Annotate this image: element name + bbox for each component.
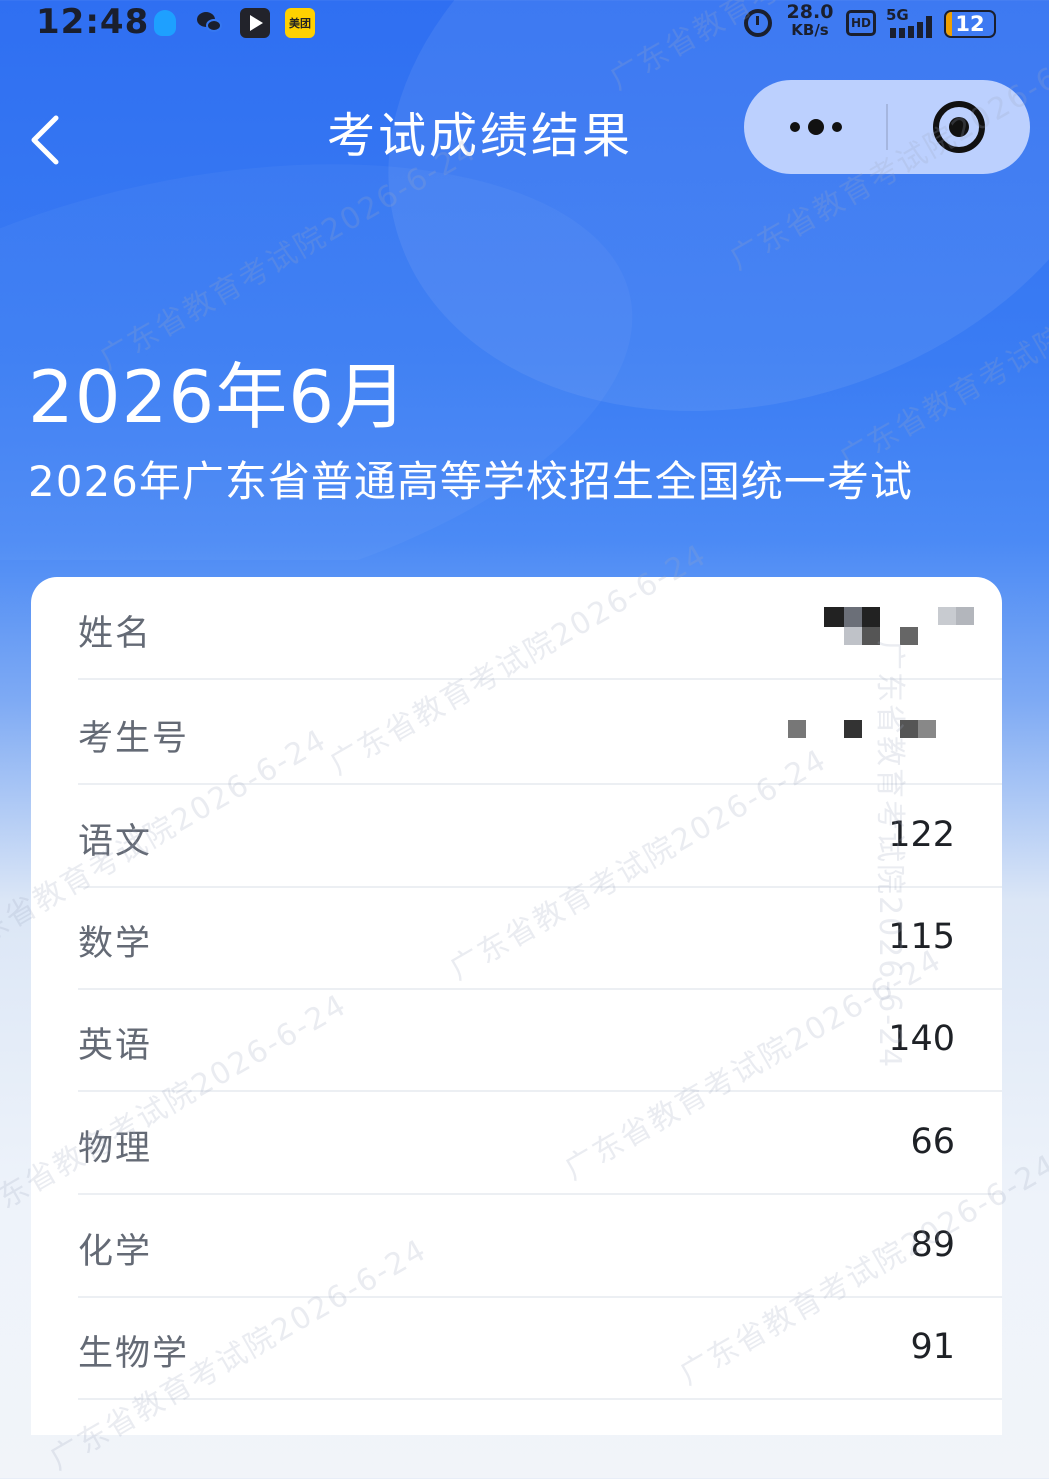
network-type: 5G bbox=[886, 6, 909, 24]
net-speed-unit: KB/s bbox=[791, 21, 829, 39]
name-label: 姓名 bbox=[78, 614, 153, 654]
subject-score: 91 bbox=[910, 1327, 955, 1367]
hd-icon: HD bbox=[845, 8, 877, 38]
subject-name: 英语 bbox=[78, 1026, 153, 1066]
name-value-redacted bbox=[824, 607, 984, 647]
subject-name: 语文 bbox=[78, 822, 153, 862]
subject-score: 89 bbox=[910, 1225, 955, 1265]
status-clock: 12:48 bbox=[36, 2, 150, 42]
subject-name: 数学 bbox=[78, 924, 153, 964]
subject-name: 物理 bbox=[78, 1129, 153, 1169]
subject-score: 122 bbox=[888, 815, 955, 855]
subject-row: 物理 66 bbox=[78, 1092, 1002, 1195]
subject-name: 生物学 bbox=[78, 1334, 190, 1374]
watermark: 广东省教育考试院2026-6-24 bbox=[834, 232, 1049, 478]
chevron-left-icon[interactable] bbox=[28, 112, 68, 168]
subject-name: 化学 bbox=[78, 1232, 153, 1272]
battery-icon: 12 bbox=[944, 10, 996, 38]
subject-row: 英语 140 bbox=[78, 989, 1002, 1092]
video-app-icon bbox=[240, 8, 270, 38]
subject-score: 66 bbox=[910, 1122, 955, 1162]
signal-icon: 5G bbox=[886, 6, 936, 40]
hd-label: HD bbox=[846, 10, 876, 36]
name-row: 姓名 bbox=[78, 577, 1002, 680]
page-title: 考试成绩结果 bbox=[326, 108, 633, 164]
subject-score: 115 bbox=[888, 917, 955, 957]
mini-program-capsule bbox=[744, 80, 1030, 174]
exam-name: 2026年广东省普通高等学校招生全国统一考试 bbox=[28, 457, 913, 506]
subject-row: 语文 122 bbox=[78, 785, 1002, 888]
battery-level: 12 bbox=[955, 12, 985, 36]
wechat-icon bbox=[195, 8, 225, 38]
subject-score: 140 bbox=[888, 1019, 955, 1059]
exam-number-label: 考生号 bbox=[78, 719, 190, 759]
net-speed: 28.0 KB/s bbox=[786, 1, 834, 39]
results-card: 姓名 考生号 语文 122 数学 115 英语 140 物理 66 化学 89 … bbox=[31, 577, 1002, 1435]
exam-date: 2026年6月 bbox=[28, 355, 409, 439]
meituan-icon: 美团 bbox=[285, 8, 315, 38]
subject-row: 生物学 91 bbox=[78, 1297, 1002, 1400]
exam-number-row: 考生号 bbox=[78, 682, 1002, 785]
status-bar: 12:48 美团 28.0 KB/s HD 5G 12 bbox=[0, 0, 1049, 48]
subject-row: 数学 115 bbox=[78, 887, 1002, 990]
qq-icon bbox=[150, 8, 180, 38]
subject-row: 化学 89 bbox=[78, 1195, 1002, 1298]
meituan-label: 美团 bbox=[285, 8, 315, 38]
target-circle-icon[interactable] bbox=[887, 80, 1030, 174]
net-speed-value: 28.0 bbox=[786, 1, 834, 23]
more-dots-icon[interactable] bbox=[744, 80, 887, 174]
exam-number-redacted bbox=[788, 720, 948, 744]
alarm-icon bbox=[743, 8, 773, 38]
